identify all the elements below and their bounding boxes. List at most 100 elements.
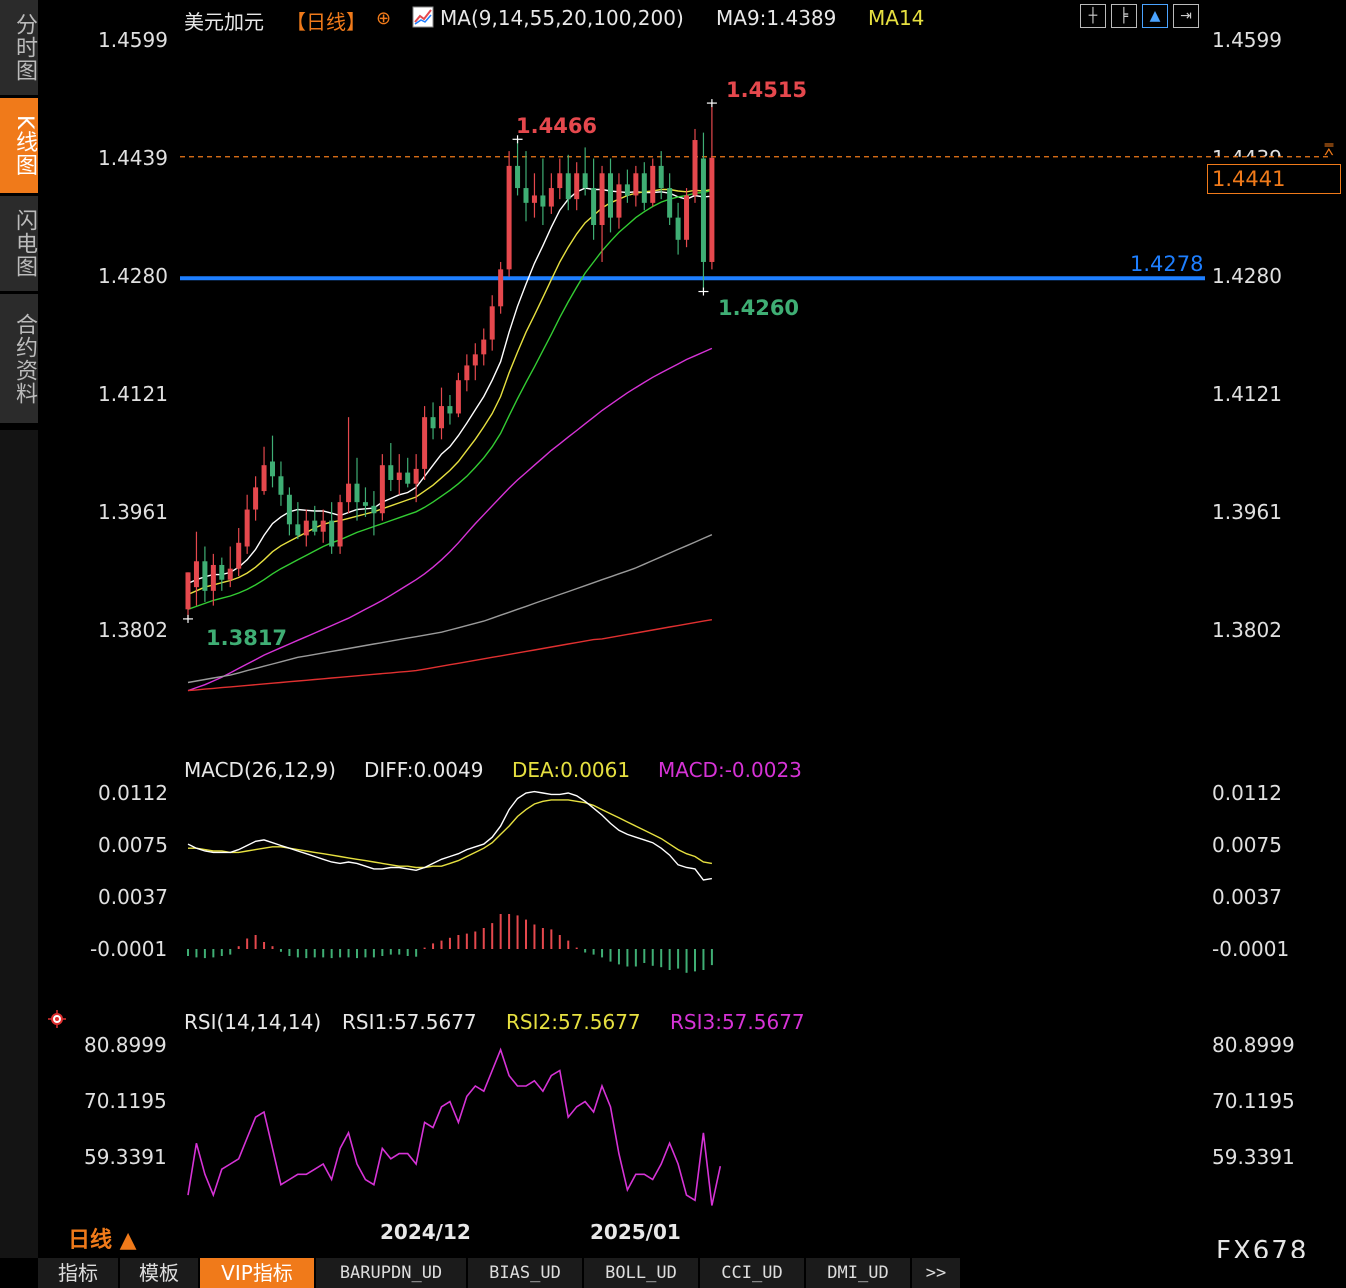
macd-tick: 0.0112 bbox=[98, 781, 168, 805]
tab-dmi[interactable]: DMI_UD bbox=[806, 1258, 912, 1288]
sidebar-item-time-chart[interactable]: 分时图 bbox=[0, 0, 38, 96]
tab-boll[interactable]: BOLL_UD bbox=[584, 1258, 700, 1288]
rsi-tick: 59.3391 bbox=[84, 1145, 167, 1169]
candle-body bbox=[337, 502, 343, 547]
candle bbox=[464, 354, 470, 392]
candle-body bbox=[219, 564, 225, 580]
candle-body bbox=[261, 465, 267, 492]
candle bbox=[303, 509, 309, 547]
candle bbox=[371, 491, 377, 536]
candle bbox=[278, 461, 284, 506]
x-axis-label: 2024/12 bbox=[380, 1220, 471, 1244]
tab-barupdn[interactable]: BARUPDN_UD bbox=[316, 1258, 468, 1288]
candle bbox=[709, 103, 715, 270]
candle-body bbox=[650, 165, 656, 203]
layout-icon[interactable]: ╞ bbox=[1111, 4, 1137, 28]
macd-value: MACD:-0.0023 bbox=[658, 758, 802, 782]
low-label: 1.3817 bbox=[206, 626, 288, 650]
candle bbox=[439, 387, 444, 440]
settings-icon[interactable]: ⊕ bbox=[376, 8, 391, 29]
candle bbox=[523, 151, 529, 222]
candle bbox=[531, 173, 537, 218]
candle bbox=[354, 457, 360, 521]
candle bbox=[244, 494, 250, 554]
tab-cci[interactable]: CCI_UD bbox=[700, 1258, 806, 1288]
candle-body bbox=[565, 173, 571, 200]
left-price-tick: 1.4121 bbox=[98, 382, 168, 406]
candle-body bbox=[599, 173, 605, 226]
rsi-tick-right: 80.8999 bbox=[1212, 1033, 1295, 1057]
crosshair-icon[interactable]: ┼ bbox=[1080, 4, 1106, 28]
sidebar-item-kline-chart[interactable]: K线图 bbox=[0, 98, 38, 194]
candle-body bbox=[624, 184, 630, 196]
candle bbox=[219, 557, 225, 591]
recent-high-label: 1.4466 bbox=[516, 114, 598, 138]
candle bbox=[650, 158, 656, 207]
left-price-tick: 1.4599 bbox=[98, 28, 168, 52]
candle-body bbox=[684, 195, 690, 240]
left-price-tick: 1.3802 bbox=[98, 618, 168, 642]
candle bbox=[261, 446, 267, 495]
draw-tools-icon[interactable]: ▲ bbox=[1142, 4, 1168, 28]
candle-body bbox=[388, 465, 394, 480]
high-label: 1.4515 bbox=[726, 78, 808, 102]
candle-body bbox=[244, 509, 250, 547]
tab-vip-indicators[interactable]: VIP指标 bbox=[200, 1258, 316, 1288]
candle bbox=[430, 402, 436, 440]
tab-templates[interactable]: 模板 bbox=[120, 1258, 200, 1288]
candle-body bbox=[523, 188, 529, 203]
tab-bias[interactable]: BIAS_UD bbox=[468, 1258, 584, 1288]
candle-body bbox=[202, 561, 208, 591]
period-selector[interactable]: 日线 ▲ bbox=[68, 1222, 137, 1254]
rsi-tick: 70.1195 bbox=[84, 1089, 167, 1113]
candle bbox=[405, 457, 411, 488]
candle bbox=[253, 476, 259, 521]
macd-diff-line bbox=[187, 790, 713, 881]
left-sidebar: 分时图 K线图 闪电图 合约资料 bbox=[0, 0, 38, 1258]
sidebar-item-contract-info[interactable]: 合约资料 bbox=[0, 294, 38, 424]
candle-body bbox=[396, 472, 402, 480]
candle-body bbox=[633, 173, 639, 196]
candle bbox=[388, 443, 394, 492]
ma9-value: MA9:1.4389 bbox=[716, 6, 837, 30]
macd-tick-right: 0.0037 bbox=[1212, 885, 1282, 909]
macd-tick: 0.0075 bbox=[98, 833, 168, 857]
recent-low-label: 1.4260 bbox=[718, 296, 800, 320]
candle-body bbox=[498, 269, 504, 307]
candle-body bbox=[582, 173, 588, 189]
rsi-chart[interactable] bbox=[180, 1035, 1210, 1220]
sidebar-item-flash-chart[interactable]: 闪电图 bbox=[0, 196, 38, 292]
rsi-tick: 80.8999 bbox=[84, 1033, 167, 1057]
candle bbox=[329, 502, 335, 554]
candle bbox=[557, 158, 563, 200]
expand-icon[interactable]: ⇥ bbox=[1173, 4, 1199, 28]
candle-body bbox=[278, 476, 284, 495]
macd-dea-line bbox=[188, 799, 713, 869]
candle-body bbox=[692, 140, 698, 196]
candle-body bbox=[405, 472, 411, 484]
macd-chart[interactable] bbox=[180, 780, 1210, 1005]
macd-tick: 0.0037 bbox=[98, 885, 168, 909]
candle bbox=[667, 173, 673, 226]
candle-body bbox=[700, 158, 706, 262]
candle bbox=[684, 188, 690, 248]
candle bbox=[286, 487, 292, 536]
tab-indicators[interactable]: 指标 bbox=[38, 1258, 120, 1288]
candle-body bbox=[295, 524, 301, 536]
tab-more[interactable]: >> bbox=[912, 1258, 962, 1288]
candle-body bbox=[253, 487, 259, 510]
candle-body bbox=[641, 173, 647, 203]
candle-body bbox=[312, 520, 318, 532]
price-chart[interactable] bbox=[180, 30, 1346, 760]
rsi-settings-icon[interactable] bbox=[48, 1010, 66, 1028]
candle-body bbox=[227, 568, 233, 580]
candle bbox=[489, 295, 495, 351]
candle bbox=[362, 487, 368, 517]
candle-body bbox=[709, 157, 715, 262]
indicator-chart-icon[interactable] bbox=[412, 6, 434, 33]
candle bbox=[515, 139, 521, 196]
candle bbox=[320, 509, 326, 543]
candle-body bbox=[616, 184, 622, 218]
candle-body bbox=[270, 461, 275, 477]
candle-body bbox=[354, 483, 360, 503]
